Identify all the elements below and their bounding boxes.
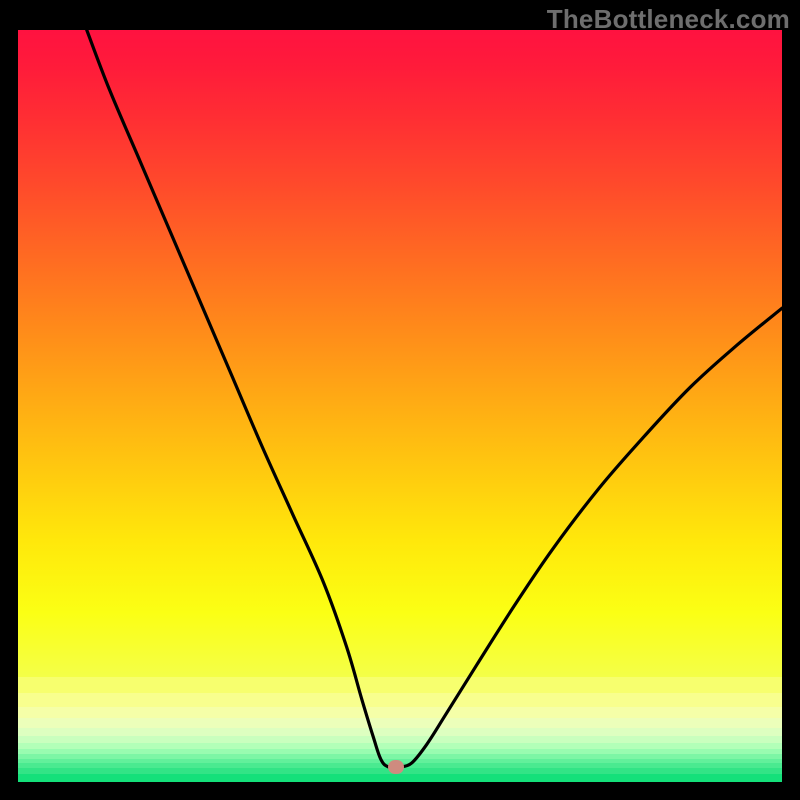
color-band [18, 693, 782, 707]
color-band [18, 728, 782, 736]
color-band [18, 736, 782, 743]
watermark-text: TheBottleneck.com [547, 4, 790, 35]
color-band [18, 707, 782, 718]
chart-frame: TheBottleneck.com [0, 0, 800, 800]
color-band [18, 718, 782, 728]
optimum-marker [388, 760, 404, 774]
gradient-top [18, 30, 782, 677]
color-band [18, 774, 782, 782]
plot-area [18, 30, 782, 782]
gradient-background [18, 30, 782, 782]
color-band [18, 677, 782, 694]
